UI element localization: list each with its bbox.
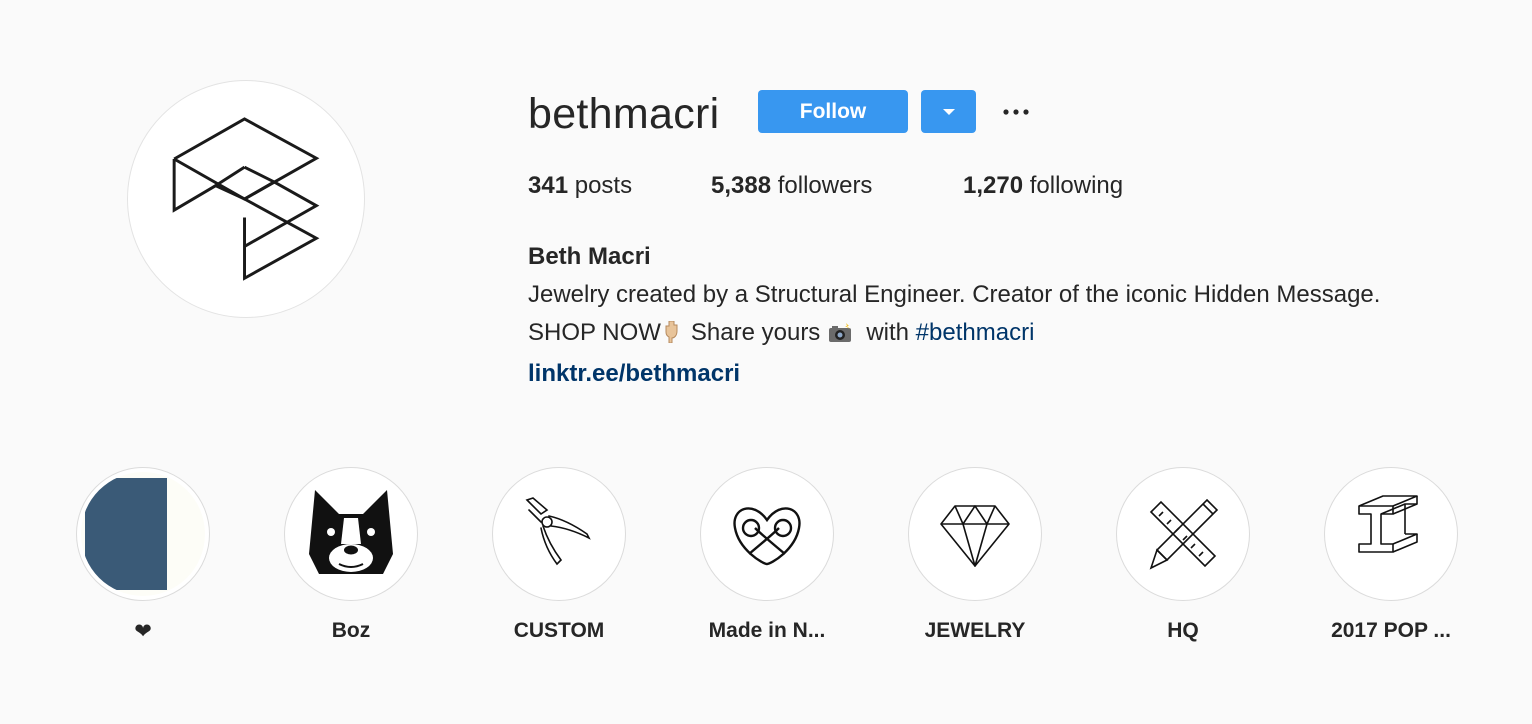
profile-bio: Beth Macri Jewelry created by a Structur… (528, 238, 1380, 393)
diamond-icon (940, 505, 1010, 567)
highlight-label[interactable]: Made in N... (699, 619, 835, 643)
highlight-label[interactable]: HQ (1115, 619, 1251, 643)
pretzel-icon (733, 507, 801, 566)
bio-website-link[interactable]: linktr.ee/bethmacri (528, 355, 1380, 393)
steel-beam-icon (1358, 495, 1418, 553)
pliers-icon (525, 497, 591, 566)
posts-stat: 341 posts (528, 172, 632, 200)
profile-full-name: Beth Macri (528, 243, 651, 270)
boston-terrier-icon (309, 490, 393, 574)
highlight-2017-pop[interactable]: 2017 POP ... (1323, 467, 1459, 643)
highlight-label[interactable]: 2017 POP ... (1323, 619, 1459, 643)
followers-stat[interactable]: 5,388 followers (711, 172, 872, 200)
follow-button[interactable]: Follow (758, 90, 908, 133)
camera-flash-icon (828, 317, 852, 355)
highlight-ring[interactable] (1116, 467, 1250, 601)
following-label: following (1029, 172, 1124, 199)
profile-username: bethmacri (528, 90, 720, 138)
highlight-jewelry[interactable]: JEWELRY (907, 467, 1043, 643)
posts-count: 341 (528, 172, 569, 199)
bio-line-1: Jewelry created by a Structural Engineer… (528, 281, 1381, 308)
with-text: with (866, 319, 909, 346)
highlight-heart[interactable]: ❤ (75, 467, 211, 644)
following-count: 1,270 (963, 172, 1024, 199)
more-options-button[interactable] (998, 96, 1034, 128)
highlight-custom[interactable]: CUSTOM (491, 467, 627, 643)
highlight-ring[interactable] (1324, 467, 1458, 601)
highlight-label[interactable]: CUSTOM (491, 619, 627, 643)
highlight-ring[interactable] (700, 467, 834, 601)
more-dots-icon (1003, 109, 1029, 115)
bio-line-2: SHOP NOW Share yours with #bethmacri (528, 314, 1380, 355)
profile-avatar[interactable] (127, 80, 365, 318)
blue-photo-thumbnail (85, 478, 167, 590)
highlight-boz[interactable]: Boz (283, 467, 419, 643)
caret-down-icon (942, 108, 955, 115)
shop-now-text: SHOP NOW (528, 319, 661, 346)
share-yours-text: Share yours (690, 319, 821, 346)
hashtag-link[interactable]: #bethmacri (916, 319, 1035, 346)
highlight-label[interactable]: ❤ (75, 619, 211, 644)
highlight-ring[interactable] (908, 467, 1042, 601)
posts-label: posts (574, 172, 633, 199)
ruler-pencil-icon (1149, 498, 1219, 570)
followers-label: followers (777, 172, 873, 199)
highlight-ring[interactable] (76, 467, 210, 601)
highlight-ring[interactable] (492, 467, 626, 601)
followers-count: 5,388 (711, 172, 772, 199)
highlight-made-in[interactable]: Made in N... (699, 467, 835, 643)
geometric-logo-icon (172, 117, 320, 281)
highlight-label[interactable]: JEWELRY (907, 619, 1043, 643)
following-stat[interactable]: 1,270 following (963, 172, 1123, 200)
highlight-hq[interactable]: HQ (1115, 467, 1251, 643)
highlight-label[interactable]: Boz (283, 619, 419, 643)
suggested-dropdown-button[interactable] (921, 90, 976, 133)
highlight-ring[interactable] (284, 467, 418, 601)
finger-pointing-down-icon (665, 317, 679, 355)
